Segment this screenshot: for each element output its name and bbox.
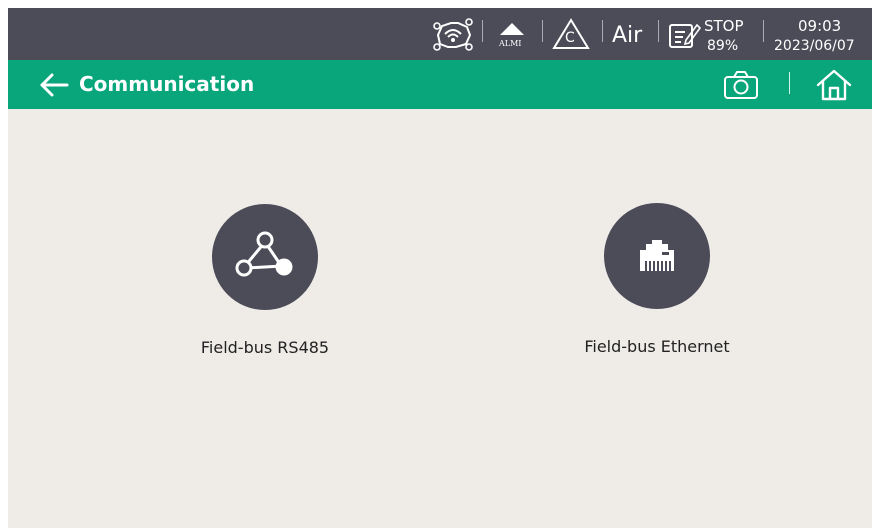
- home-icon: [816, 69, 852, 101]
- notes-icon[interactable]: [667, 20, 702, 50]
- calibration-triangle-icon[interactable]: C: [551, 17, 591, 51]
- status-divider: [542, 20, 543, 42]
- camera-icon: [724, 71, 758, 99]
- home-button[interactable]: [814, 68, 854, 102]
- run-state: STOP: [704, 17, 744, 35]
- status-bar: ALMI C Air STOP 89% 09:03 2023/06/07: [8, 8, 872, 60]
- ethernet-icon-circle: [604, 203, 710, 309]
- arrow-left-icon: [40, 73, 69, 97]
- status-divider: [658, 20, 659, 42]
- clock-time: 09:03: [798, 17, 842, 35]
- calibration-label: C: [565, 30, 575, 46]
- rs485-icon-circle: [212, 204, 318, 310]
- alarm-triangle-icon[interactable]: ALMI: [494, 21, 530, 51]
- camera-button[interactable]: [721, 69, 761, 101]
- status-divider: [763, 20, 764, 42]
- status-divider: [602, 20, 603, 42]
- app-screen: ALMI C Air STOP 89% 09:03 2023/06/07 Com…: [8, 8, 872, 528]
- network-gear-icon[interactable]: [432, 17, 474, 53]
- run-percent: 89%: [707, 38, 739, 54]
- ethernet-port-icon: [640, 240, 674, 271]
- page-header: Communication: [8, 60, 872, 109]
- rs485-option[interactable]: Field-bus RS485: [165, 204, 365, 384]
- clock-date: 2023/06/07: [774, 38, 855, 54]
- rs485-label: Field-bus RS485: [200, 338, 330, 357]
- page-title: Communication: [79, 72, 255, 96]
- back-button[interactable]: [38, 70, 70, 100]
- alarm-label: ALMI: [499, 39, 522, 48]
- header-divider: [789, 72, 790, 94]
- bus-topology-icon: [235, 231, 293, 277]
- status-divider: [482, 20, 483, 42]
- medium-label: Air: [612, 23, 643, 48]
- ethernet-option[interactable]: Field-bus Ethernet: [557, 203, 757, 383]
- ethernet-label: Field-bus Ethernet: [584, 337, 730, 356]
